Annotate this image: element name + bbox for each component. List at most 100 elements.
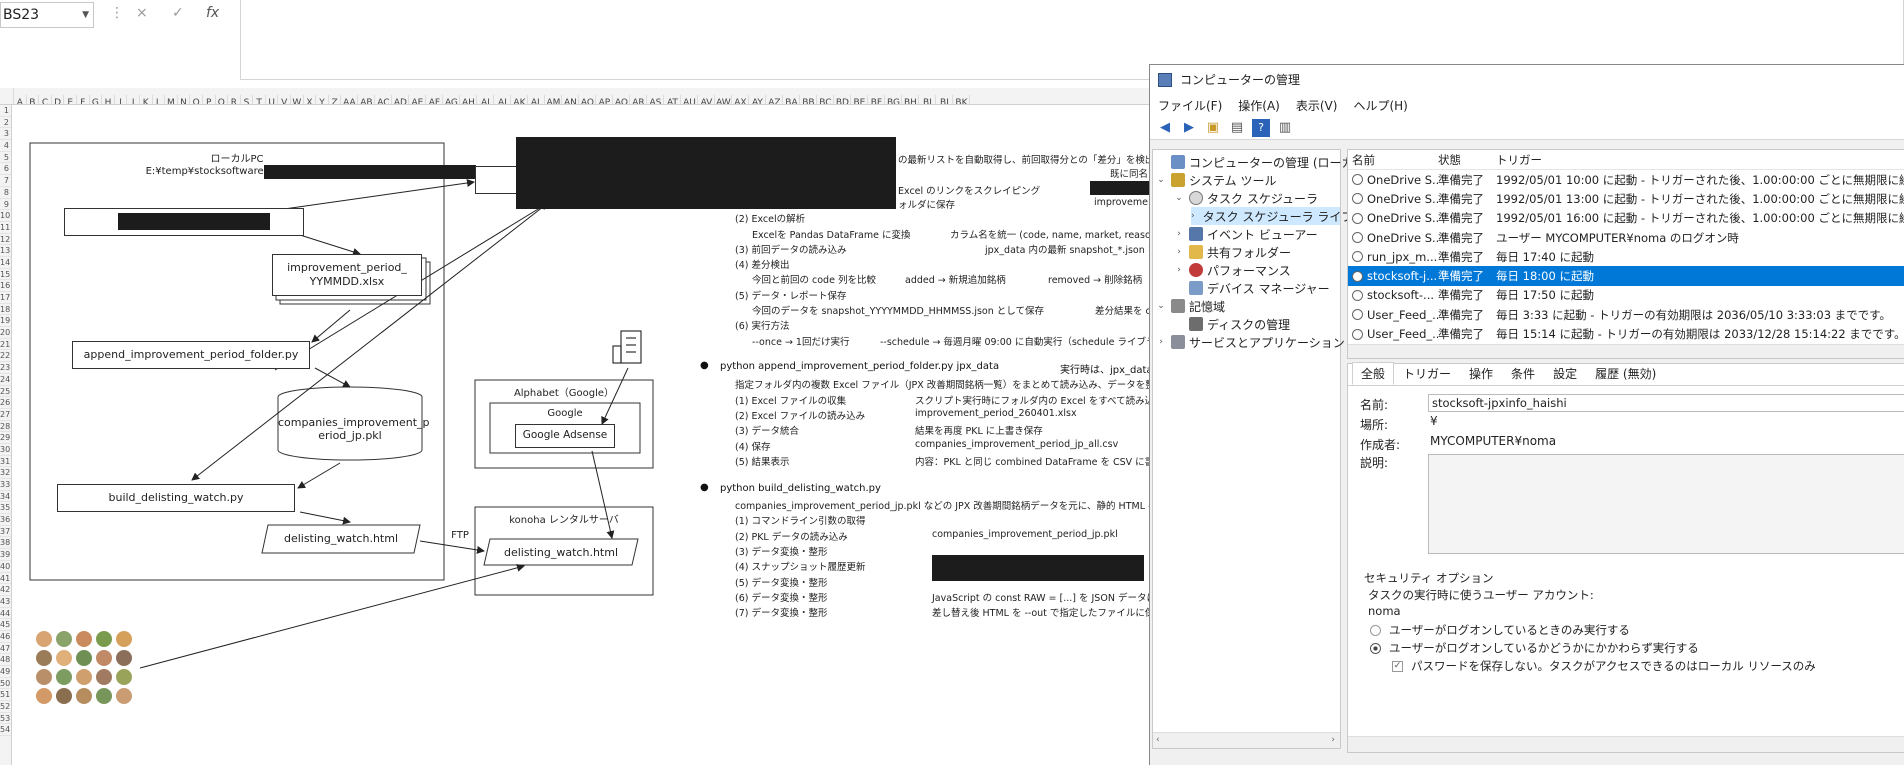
user-avatar-icon [36,688,52,704]
tree-item-shared-folders[interactable]: › 共有フォルダー [1173,243,1291,261]
task-trigger: 1992/05/01 13:00 に起動 - トリガーされた後、1.00:00:… [1496,191,1904,206]
tab-conditions[interactable]: 条件 [1502,362,1544,385]
tree-item-performance[interactable]: › パフォーマンス [1173,261,1291,279]
tree-item-computer[interactable]: コンピューターの管理 (ローカル) [1155,153,1370,171]
users-icon-grid [36,631,136,705]
tree-item-task-scheduler[interactable]: ⌄ タスク スケジューラ [1173,189,1318,207]
note-b1-3: (3) データ統合 [735,426,799,437]
list-horizontal-scrollbar[interactable] [1348,344,1904,358]
alphabet-title: Alphabet（Google） [513,388,615,399]
user-avatar-icon [116,688,132,704]
tree-label: サービスとアプリケーション [1189,335,1345,350]
option-run-whether-logged-on[interactable]: ユーザーがログオンしているかどうかにかかわらず実行する [1370,640,1699,656]
event-viewer-icon [1189,227,1203,241]
forward-icon[interactable]: ▶ [1180,119,1198,137]
tab-actions[interactable]: 操作 [1460,362,1502,385]
services-icon [1171,335,1185,349]
task-trigger: 毎日 3:33 に起動 - トリガーの有効期限は 2036/05/10 3:33… [1496,307,1892,322]
account-label: タスクの実行時に使うユーザー アカウント: [1368,588,1594,602]
tree-horizontal-scrollbar[interactable]: ‹ › [1153,732,1340,748]
task-row[interactable]: OneDrive S... 準備完了 1992/05/01 16:00 に起動 - … [1348,209,1904,228]
redacted-tool-label [118,213,270,230]
user-avatar-icon [116,631,132,647]
option-run-logged-on[interactable]: ユーザーがログオンしているときのみ実行する [1370,622,1630,638]
chevron-down-icon[interactable]: ⌄ [1155,175,1167,185]
detail-horizontal-scrollbar[interactable] [1348,736,1904,752]
menu-action[interactable]: 操作(A) [1238,97,1280,114]
chevron-right-icon[interactable]: › [1173,229,1185,239]
note-b2-3: (3) データ変換・整形 [735,547,828,558]
task-row[interactable]: User_Feed_... 準備完了 毎日 3:33 に起動 - トリガーの有効期限… [1348,305,1904,324]
scroll-left-icon[interactable]: ‹ [1156,735,1160,745]
task-row[interactable]: User_Feed_... 準備完了 毎日 15:14 に起動 - トリガーの有効期… [1348,324,1904,343]
build-script-box[interactable]: build_delisting_watch.py [57,484,295,512]
chevron-down-icon[interactable]: ⌄ [1173,193,1185,203]
tree-item-storage[interactable]: ⌄ 記憶域 [1155,297,1225,315]
user-avatar-icon [76,650,92,666]
chevron-right-icon[interactable]: › [1173,247,1185,257]
radio-icon[interactable] [1370,624,1381,636]
radio-selected-icon[interactable] [1370,642,1381,654]
bullet-dot: ● [700,360,709,371]
option-do-not-store-password[interactable]: ✓ パスワードを保存しない。タスクがアクセスできるのはローカル リソースのみ [1392,658,1816,674]
up-folder-icon[interactable]: ▣ [1204,119,1222,137]
task-row[interactable]: OneDrive S... 準備完了 1992/05/01 10:00 に起動 - … [1348,170,1904,189]
task-row[interactable]: stocksoft-... 準備完了 毎日 17:50 に起動 [1348,286,1904,305]
tab-settings[interactable]: 設定 [1544,362,1586,385]
note-b1-4: (4) 保存 [735,442,771,453]
menu-file[interactable]: ファイル(F) [1158,97,1222,114]
menu-view[interactable]: 表示(V) [1296,97,1338,114]
help-icon[interactable]: ? [1252,118,1270,137]
column-status[interactable]: 状態 [1438,152,1496,168]
note-b1-2: (2) Excel ファイルの読み込み [735,411,866,422]
tab-general[interactable]: 全般 [1352,362,1395,385]
description-field[interactable] [1428,454,1904,554]
author-value: MYCOMPUTER¥noma [1430,434,1557,448]
task-name: stocksoft-... [1367,288,1435,303]
task-row[interactable]: run_jpx_m... 準備完了 毎日 17:40 に起動 [1348,247,1904,266]
task-clock-icon [1352,270,1363,282]
location-value: ¥ [1430,414,1438,428]
tree-label: ディスクの管理 [1207,317,1291,332]
task-row[interactable]: OneDrive S... 準備完了 1992/05/01 13:00 に起動 - … [1348,189,1904,208]
adsense-box[interactable]: Google Adsense [515,424,615,448]
chevron-right-icon[interactable]: › [1191,211,1195,221]
task-clock-icon [1352,232,1363,244]
show-hide-tree-icon[interactable]: ▤ [1228,119,1246,137]
column-name[interactable]: 名前 [1348,152,1438,168]
scroll-right-icon[interactable]: › [1331,735,1335,745]
task-row[interactable]: stocksoft-j... 準備完了 毎日 18:00 に起動 [1348,266,1904,286]
tree-item-device-manager[interactable]: デバイス マネージャー [1173,279,1330,297]
user-avatar-icon [36,631,52,647]
task-name: OneDrive S... [1367,211,1438,226]
user-avatar-icon [36,669,52,685]
tree-item-disk-management[interactable]: ディスクの管理 [1173,315,1290,333]
arrow-html-to-server [419,540,485,554]
task-clock-icon [1352,289,1363,301]
column-trigger[interactable]: トリガー [1496,152,1904,168]
chevron-right-icon[interactable]: › [1173,265,1185,275]
chevron-right-icon[interactable]: › [1155,337,1167,347]
pkl-label: companies_improvement_p eriod_jp.pkl [278,416,430,442]
navigation-tree: コンピューターの管理 (ローカル) ⌄ システム ツール ⌄ タスク スケジューラ … [1152,149,1370,749]
note-s2: (2) Excelの解析 [735,214,806,225]
xlsx-file[interactable]: improvement_period_ YYMMDD.xlsx [272,254,422,296]
note-s5b: 差分結果を c [1095,306,1151,317]
tab-history[interactable]: 履歴 (無効) [1586,362,1665,385]
checkbox-icon[interactable]: ✓ [1392,660,1403,672]
tree-item-services[interactable]: › サービスとアプリケーション [1155,333,1345,351]
back-icon[interactable]: ◀ [1156,119,1174,137]
tree-item-task-library[interactable]: › タスク スケジューラ ライブ [1191,207,1353,225]
storage-icon [1171,299,1185,313]
chevron-down-icon[interactable]: ⌄ [1155,301,1167,311]
task-name: OneDrive S... [1367,230,1438,245]
append-script-box[interactable]: append_improvement_period_folder.py [72,341,310,369]
name-field[interactable]: stocksoft-jpxinfo_haishi [1428,394,1904,412]
menu-help[interactable]: ヘルプ(H) [1353,97,1407,114]
task-row[interactable]: OneDrive S... 準備完了 ユーザー MYCOMPUTER¥noma のロ… [1348,228,1904,247]
tab-triggers[interactable]: トリガー [1394,362,1460,385]
tree-item-system-tools[interactable]: ⌄ システム ツール [1155,171,1276,189]
properties-icon[interactable]: ▥ [1276,119,1294,137]
task-status: 準備完了 [1438,288,1484,303]
tree-item-event-viewer[interactable]: › イベント ビューアー [1173,225,1318,243]
